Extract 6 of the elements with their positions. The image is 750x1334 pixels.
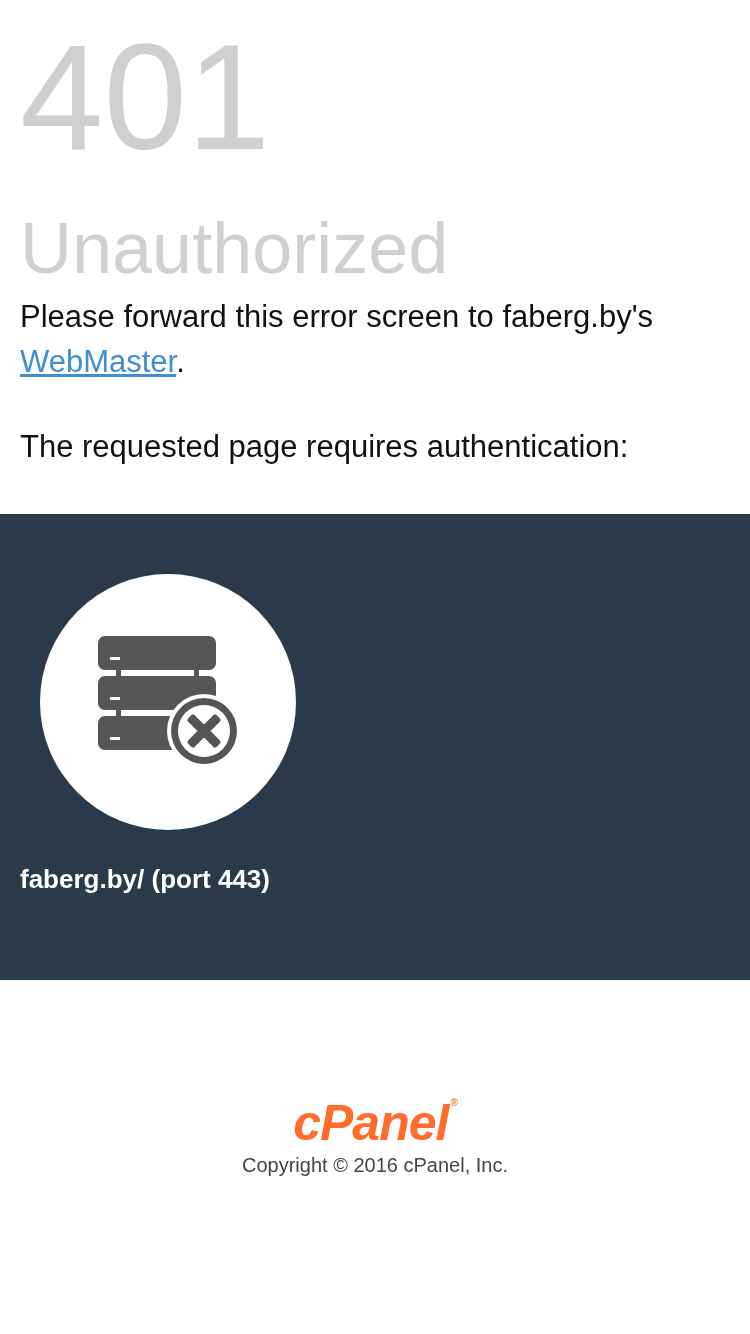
copyright-text: Copyright © 2016 cPanel, Inc. bbox=[242, 1154, 508, 1177]
auth-message: The requested page requires authentication: bbox=[20, 428, 629, 466]
host-label: faberg.by/ (port 443) bbox=[20, 864, 270, 895]
webmaster-link[interactable]: WebMaster bbox=[20, 344, 177, 379]
cpanel-logo: cPanel® bbox=[293, 1098, 457, 1148]
error-message: Please forward this error screen to faberg.by's WebMaster. bbox=[20, 298, 655, 381]
